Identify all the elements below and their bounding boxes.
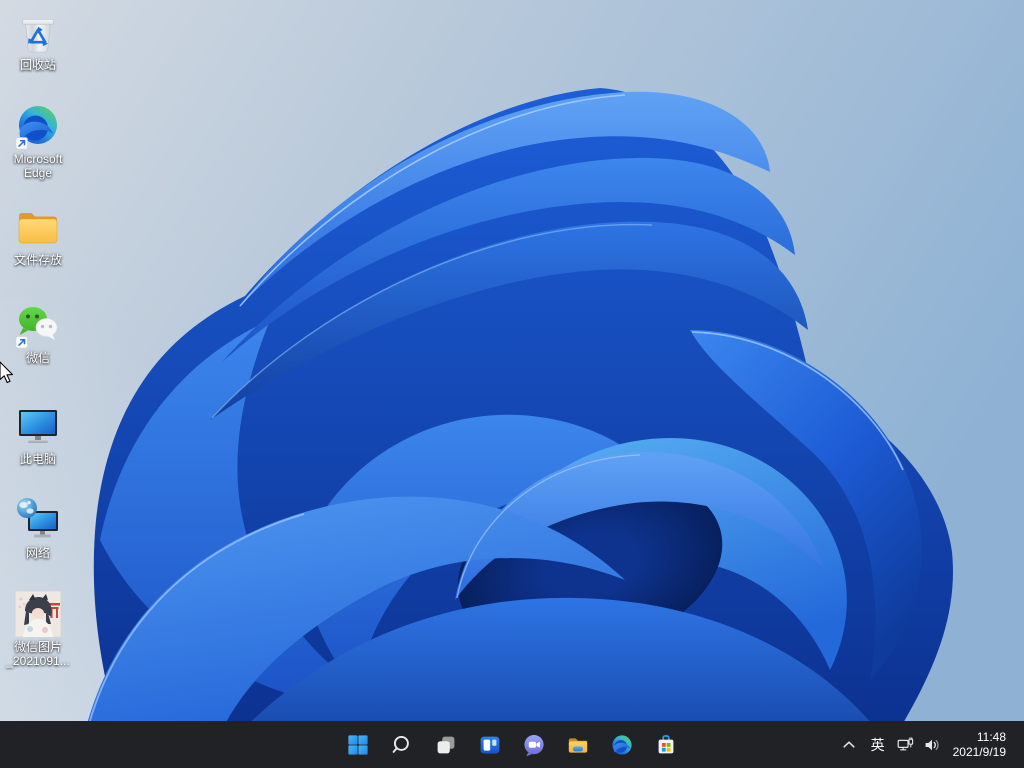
desktop-icon-network[interactable]: 网络	[0, 496, 76, 560]
wallpaper-bloom	[0, 0, 1024, 768]
shortcut-arrow-badge	[16, 138, 28, 150]
chat-icon	[522, 733, 546, 757]
desktop-icon-this-pc[interactable]: 此电脑	[0, 402, 76, 466]
taskbar: 英 11:48 2021/9/19	[0, 721, 1024, 768]
desktop-icon-label: 网络	[26, 546, 50, 560]
desktop-icon-label: 微信图片 _2021091...	[6, 640, 69, 668]
desktop-icon-label: 微信	[26, 351, 50, 365]
edge-icon	[14, 102, 62, 150]
task-view-icon	[434, 733, 458, 757]
taskbar-center-buttons	[338, 725, 686, 765]
desktop-icon-label: 文件存放	[14, 253, 62, 267]
tray-overflow-button[interactable]	[835, 725, 863, 765]
speaker-icon	[924, 737, 940, 753]
language-label: 英	[871, 735, 885, 755]
desktop-icon-file-folder[interactable]: 文件存放	[0, 203, 76, 267]
desktop-icon-microsoft-edge[interactable]: Microsoft Edge	[0, 102, 76, 180]
store-icon	[654, 733, 678, 757]
desktop-icon-label: Microsoft Edge	[1, 152, 75, 180]
network-icon	[14, 496, 62, 544]
clock-date: 2021/9/19	[953, 745, 1006, 760]
ethernet-network-icon	[897, 737, 914, 752]
system-tray: 英 11:48 2021/9/19	[835, 721, 1024, 768]
desktop-icon-recycle-bin[interactable]: 回收站	[0, 8, 76, 72]
network-status-button[interactable]	[893, 725, 919, 765]
folder-icon	[14, 203, 62, 251]
desktop-icon-label: 回收站	[20, 58, 56, 72]
chat-button[interactable]	[514, 725, 554, 765]
start-button[interactable]	[338, 725, 378, 765]
chevron-up-icon	[841, 737, 857, 753]
desktop-icon-label: 此电脑	[20, 452, 56, 466]
task-view-button[interactable]	[426, 725, 466, 765]
language-indicator[interactable]: 英	[863, 725, 893, 765]
clock[interactable]: 11:48 2021/9/19	[945, 725, 1012, 765]
widgets-icon	[478, 733, 502, 757]
desktop-icon-wechat[interactable]: 微信	[0, 301, 76, 365]
clock-time: 11:48	[977, 730, 1006, 745]
edge-icon	[610, 733, 634, 757]
search-icon	[390, 733, 414, 757]
shortcut-arrow-badge	[16, 337, 28, 349]
desktop-icon-wechat-image[interactable]: 微信图片 _2021091...	[0, 590, 76, 668]
start-icon	[346, 733, 370, 757]
windows-11-desktop: 回收站 Micros	[0, 0, 1024, 768]
volume-button[interactable]	[919, 725, 945, 765]
search-button[interactable]	[382, 725, 422, 765]
image-thumbnail	[14, 590, 62, 638]
file-explorer-icon	[566, 733, 590, 757]
recycle-bin-icon	[14, 8, 62, 56]
widgets-button[interactable]	[470, 725, 510, 765]
this-pc-icon	[14, 402, 62, 450]
store-button[interactable]	[646, 725, 686, 765]
edge-button[interactable]	[602, 725, 642, 765]
wechat-icon	[14, 301, 62, 349]
file-explorer-button[interactable]	[558, 725, 598, 765]
